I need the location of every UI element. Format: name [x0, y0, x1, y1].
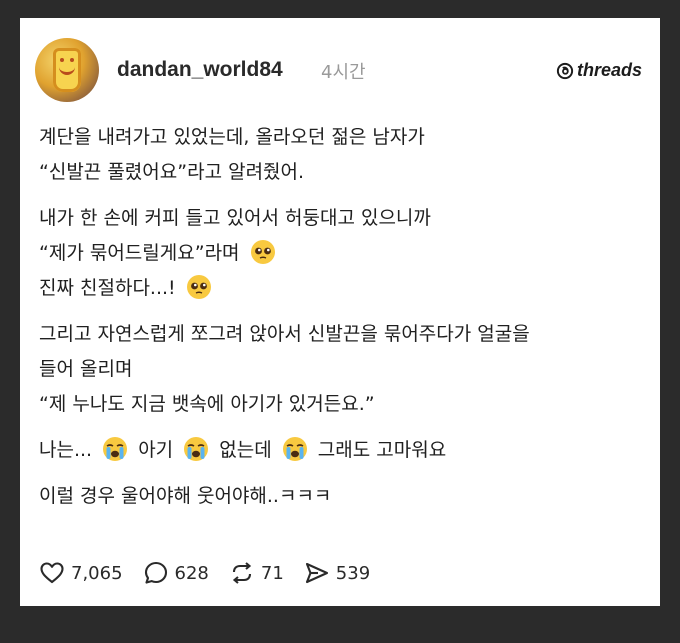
post-timestamp: 4시간: [321, 62, 366, 83]
heart-icon: [40, 562, 64, 584]
paragraph-1: 계단을 내려가고 있었는데, 올라오던 젊은 남자가 “신발끈 풀렸어요”라고 …: [39, 120, 649, 190]
post-line: 진짜 친절하다...!: [39, 277, 176, 299]
repost-icon: [232, 562, 252, 584]
loudly-crying-face-icon: [282, 437, 307, 461]
threads-wordmark: threads: [576, 60, 642, 80]
avatar[interactable]: [35, 38, 99, 102]
post-line: “신발끈 풀렸어요”라고 알려줬어.: [39, 161, 305, 183]
comment-button[interactable]: 628: [143, 560, 209, 586]
post-line: 그리고 자연스럽게 쪼그려 앉아서 신발끈을 묶어주다가 얼굴을: [39, 323, 530, 345]
paragraph-3: 그리고 자연스럽게 쪼그려 앉아서 신발끈을 묶어주다가 얼굴을 들어 올리며 …: [39, 317, 649, 422]
share-button[interactable]: 539: [304, 560, 370, 586]
post-segment: 아기: [138, 439, 174, 461]
post-body: 계단을 내려가고 있었는데, 올라오던 젊은 남자가 “신발끈 풀렸어요”라고 …: [39, 120, 649, 525]
post-line: 들어 올리며: [39, 358, 133, 380]
paragraph-5: 이럴 경우 울어야해 웃어야해..ㅋㅋㅋ: [39, 479, 649, 514]
username[interactable]: dandan_world84: [117, 58, 283, 82]
post-segment: 나는...: [39, 439, 93, 461]
post-line: “제 누나도 지금 뱃속에 아기가 있거든요.”: [39, 393, 375, 415]
share-count: 539: [335, 562, 371, 584]
pleading-face-icon: [186, 275, 211, 299]
repost-count: 71: [260, 562, 284, 584]
pleading-face-icon: [250, 240, 275, 264]
post-line: 내가 한 손에 커피 들고 있어서 허둥대고 있으니까: [39, 207, 431, 229]
action-bar: 7,065 628 71 539: [39, 558, 390, 588]
like-count: 7,065: [71, 562, 123, 584]
threads-brand: threads: [556, 60, 642, 81]
post-line: 계단을 내려가고 있었는데, 올라오던 젊은 남자가: [39, 126, 425, 148]
paragraph-4: 나는... 아기 없는데 그래도 고마워요: [39, 433, 649, 468]
send-icon: [305, 562, 328, 584]
paragraph-2: 내가 한 손에 커피 들고 있어서 허둥대고 있으니까 “제가 묶어드릴게요”라…: [39, 201, 649, 306]
threads-logo-icon: [556, 62, 574, 79]
repost-button[interactable]: 71: [229, 560, 284, 586]
post-card: dandan_world84 4시간 threads 계단을 내려가고 있었는데…: [20, 18, 660, 606]
loudly-crying-face-icon: [184, 437, 209, 461]
comment-count: 628: [174, 562, 209, 584]
post-line: 이럴 경우 울어야해 웃어야해..ㅋㅋㅋ: [39, 485, 332, 507]
post-line: “제가 묶어드릴게요”라며: [39, 242, 240, 264]
comment-bubble-icon: [144, 561, 167, 584]
loudly-crying-face-icon: [103, 437, 128, 461]
post-segment: 없는데: [219, 439, 272, 461]
like-button[interactable]: 7,065: [39, 560, 123, 586]
post-segment: 그래도 고마워요: [317, 439, 447, 461]
